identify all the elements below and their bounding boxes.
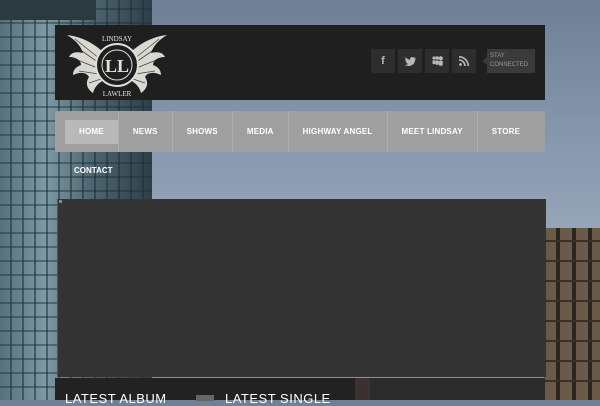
site-container: LINDSAY LL LAWLER f STAY CONNECTED HOME … — [55, 25, 546, 406]
main-navigation: HOME NEWS SHOWS MEDIA HIGHWAY ANGEL MEET… — [55, 111, 545, 152]
nav-link-media[interactable]: MEDIA — [233, 120, 288, 144]
myspace-button[interactable] — [425, 49, 449, 73]
facebook-icon: f — [381, 55, 385, 67]
nav-link-highway-angel[interactable]: HIGHWAY ANGEL — [289, 120, 387, 144]
winged-logo-icon: LINDSAY LL LAWLER — [67, 35, 167, 98]
latest-single-heading: LATEST SINGLE — [225, 391, 331, 406]
svg-text:LL: LL — [105, 56, 129, 76]
nav-link-store[interactable]: STORE — [478, 120, 534, 144]
site-logo[interactable]: LINDSAY LL LAWLER — [65, 27, 169, 99]
twitter-button[interactable] — [398, 49, 422, 73]
background-building-top — [0, 0, 96, 20]
slider-indicator[interactable] — [59, 200, 62, 203]
stay-connected-label: STAY CONNECTED — [482, 49, 535, 73]
svg-text:LAWLER: LAWLER — [103, 90, 132, 98]
nav-item-meet-lindsay: MEET LINDSAY — [388, 111, 478, 152]
background-building-right — [544, 228, 600, 400]
nav-link-shows[interactable]: SHOWS — [173, 120, 232, 144]
nav-link-home[interactable]: HOME — [65, 119, 118, 144]
twitter-icon — [404, 56, 416, 66]
nav-link-meet-lindsay[interactable]: MEET LINDSAY — [388, 120, 477, 144]
nav-link-contact[interactable]: CONTACT — [74, 166, 113, 175]
social-links: f STAY CONNECTED — [371, 49, 535, 73]
myspace-icon — [431, 56, 443, 66]
nav-item-home: HOME — [65, 111, 119, 152]
nav-link-news[interactable]: NEWS — [119, 120, 172, 144]
latest-album-heading: LATEST ALBUM — [65, 391, 167, 406]
nav-item-highway-angel: HIGHWAY ANGEL — [289, 111, 388, 152]
nav-item-news: NEWS — [119, 111, 173, 152]
nav-item-shows: SHOWS — [173, 111, 233, 152]
svg-text:LINDSAY: LINDSAY — [102, 35, 132, 43]
nav-item-store: STORE — [478, 111, 534, 152]
nav-item-media: MEDIA — [233, 111, 289, 152]
site-header: LINDSAY LL LAWLER f STAY CONNECTED — [55, 25, 545, 100]
facebook-button[interactable]: f — [371, 49, 395, 73]
rss-icon — [459, 56, 469, 66]
section-divider — [196, 395, 214, 401]
promo-panel — [370, 378, 545, 400]
rss-button[interactable] — [452, 49, 476, 73]
featured-slider[interactable] — [57, 199, 546, 377]
